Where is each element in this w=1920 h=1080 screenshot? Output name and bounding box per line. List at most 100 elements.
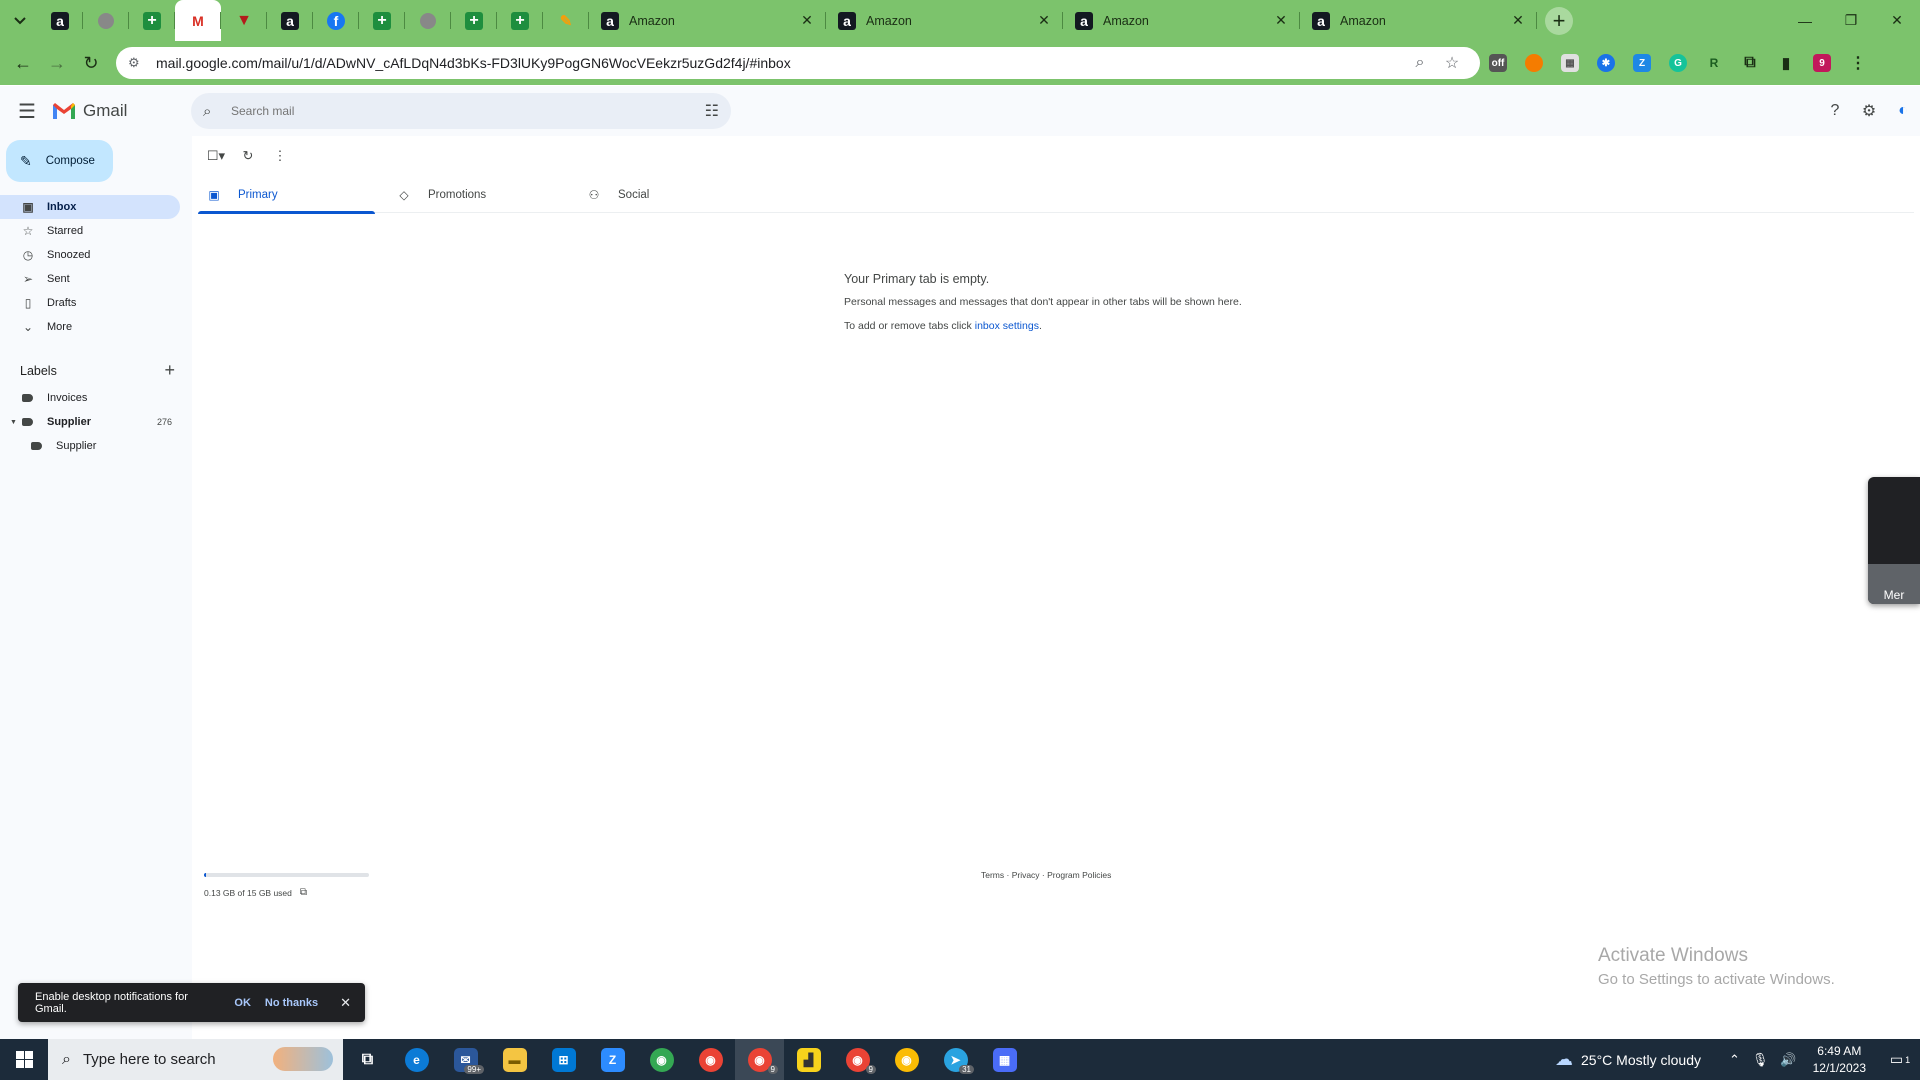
close-icon[interactable]: ✕ [1272, 12, 1290, 30]
back-button[interactable]: ← [6, 46, 40, 80]
search-icon[interactable]: ⌕ [203, 103, 223, 120]
pinned-tab-amazon-2[interactable]: a [267, 0, 313, 41]
search-input[interactable] [231, 104, 705, 118]
select-checkbox[interactable]: ☐▾ [204, 144, 228, 168]
inbox-settings-link[interactable]: inbox settings [975, 320, 1039, 332]
pinned-tab-globe[interactable] [83, 0, 129, 41]
taskbar-chrome-4[interactable]: ◉ [882, 1039, 931, 1080]
taskbar-store[interactable]: ⊞ [539, 1039, 588, 1080]
pinned-tab-sheets-2[interactable]: + [359, 0, 405, 41]
close-icon[interactable]: ✕ [798, 12, 816, 30]
extension-image[interactable]: ▦ [1552, 47, 1588, 79]
profile-button[interactable]: 9 [1804, 47, 1840, 79]
tab-amazon-3[interactable]: a Amazon ✕ [1063, 0, 1300, 41]
sidebar-item-drafts[interactable]: ▯ Drafts [0, 291, 180, 315]
taskbar-chrome-2[interactable]: ◉ [686, 1039, 735, 1080]
reload-button[interactable]: ↻ [74, 46, 108, 80]
extension-off[interactable]: off [1480, 47, 1516, 79]
forward-button[interactable]: → [40, 46, 74, 80]
account-icon[interactable]: ◐ [1886, 94, 1920, 128]
extension-zoom[interactable]: Z [1624, 47, 1660, 79]
tab-search-button[interactable] [3, 6, 37, 36]
start-button[interactable] [0, 1039, 48, 1080]
extension-grammarly[interactable]: G [1660, 47, 1696, 79]
taskbar-chrome-3[interactable]: ◉ 9 [833, 1039, 882, 1080]
taskbar-mail[interactable]: ✉ 99+ [441, 1039, 490, 1080]
chrome-menu[interactable]: ⋮ [1840, 47, 1876, 79]
snackbar-no-thanks-button[interactable]: No thanks [265, 997, 318, 1009]
speaker-icon[interactable]: 🔊 [1780, 1052, 1796, 1068]
close-icon[interactable]: ✕ [1035, 12, 1053, 30]
tab-amazon-1[interactable]: a Amazon ✕ [589, 0, 826, 41]
taskbar-search-box[interactable]: ⌕ Type here to search [48, 1039, 343, 1080]
restore-button[interactable]: ❐ [1828, 0, 1874, 41]
chevron-up-icon[interactable]: ⌃ [1729, 1052, 1740, 1068]
extension-orange[interactable] [1516, 47, 1552, 79]
tab-amazon-4[interactable]: a Amazon ✕ [1300, 0, 1537, 41]
search-bar[interactable]: ⌕ ☷ [191, 93, 731, 129]
tab-primary[interactable]: ▣ Primary [198, 176, 375, 214]
sidebar-item-starred[interactable]: ☆ Starred [0, 219, 180, 243]
task-view-button[interactable]: ⧉ [343, 1039, 392, 1080]
side-panel-toggle[interactable]: ▮ [1768, 47, 1804, 79]
search-options-icon[interactable]: ☷ [705, 101, 719, 121]
pinned-tab-amazon[interactable]: a [37, 0, 83, 41]
close-window-button[interactable]: ✕ [1874, 0, 1920, 41]
zoom-icon[interactable]: ⌕ [1404, 54, 1436, 72]
expand-caret-icon[interactable]: ▼ [10, 419, 17, 426]
pinned-tab-brush[interactable]: ✎ [543, 0, 589, 41]
label-invoices[interactable]: Invoices [0, 386, 180, 410]
taskbar-chrome-1[interactable]: ◉ [637, 1039, 686, 1080]
gmail-logo[interactable]: Gmail [51, 101, 127, 121]
close-icon[interactable]: ✕ [340, 995, 351, 1011]
microphone-icon[interactable]: 🎙 [1752, 1052, 1769, 1068]
minimize-button[interactable]: — [1782, 0, 1828, 41]
extension-blue-gear[interactable]: ✱ [1588, 47, 1624, 79]
extensions-menu[interactable]: ⧉ [1732, 47, 1768, 79]
taskbar-sticky-notes[interactable]: ▟ [784, 1039, 833, 1080]
compose-button[interactable]: ✎ Compose [6, 140, 113, 182]
snackbar-ok-button[interactable]: OK [234, 997, 251, 1009]
close-icon[interactable]: ✕ [1509, 12, 1527, 30]
sidebar-item-snoozed[interactable]: ◷ Snoozed [0, 243, 180, 267]
settings-gear-icon[interactable]: ⚙ [1852, 94, 1886, 128]
weather-widget[interactable]: ☁ 25°C Mostly cloudy [1555, 1049, 1701, 1070]
pinned-tab-facebook[interactable]: f [313, 0, 359, 41]
address-bar[interactable]: ⚙ mail.google.com/mail/u/1/d/ADwNV_cAfLD… [116, 47, 1480, 79]
tab-amazon-2[interactable]: a Amazon ✕ [826, 0, 1063, 41]
taskbar-telegram[interactable]: ➤ 31 [931, 1039, 980, 1080]
more-options-icon[interactable]: ⋮ [268, 144, 292, 168]
open-external-icon[interactable]: ⧉ [300, 887, 307, 898]
pinned-tab-red[interactable]: ▼ [221, 0, 267, 41]
refresh-icon[interactable]: ↻ [236, 144, 260, 168]
taskbar-zoom[interactable]: Z [588, 1039, 637, 1080]
site-info-icon[interactable]: ⚙ [128, 55, 146, 71]
sidebar-item-more[interactable]: ⌄ More [0, 315, 180, 339]
pinned-tab-sheets-4[interactable]: + [497, 0, 543, 41]
side-panel-tab[interactable]: Mer [1868, 477, 1920, 604]
footer-links[interactable]: Terms · Privacy · Program Policies [981, 870, 1111, 880]
tab-promotions[interactable]: ◇ Promotions [388, 176, 565, 213]
taskbar-chrome-active[interactable]: ◉ 9 [735, 1039, 784, 1080]
label-supplier-child[interactable]: Supplier [0, 434, 180, 458]
pinned-tab-sheets[interactable]: + [129, 0, 175, 41]
label-supplier[interactable]: ▼ Supplier 276 [0, 410, 180, 434]
main-menu-icon[interactable]: ☰ [7, 91, 47, 131]
notification-center-button[interactable]: ▭ 1 [1880, 1051, 1920, 1068]
clock[interactable]: 6:49 AM 12/1/2023 [1813, 1043, 1866, 1077]
taskbar-calculator[interactable]: ▦ [980, 1039, 1029, 1080]
sidebar-item-sent[interactable]: ➢ Sent [0, 267, 180, 291]
sidebar-item-inbox[interactable]: ▣ Inbox [0, 195, 180, 219]
bookmark-star-icon[interactable]: ☆ [1436, 53, 1468, 73]
create-label-plus-icon[interactable]: + [164, 360, 175, 381]
pinned-tab-globe-2[interactable] [405, 0, 451, 41]
pinned-tab-sheets-3[interactable]: + [451, 0, 497, 41]
tab-social[interactable]: ⚇ Social [578, 176, 755, 213]
url-text[interactable]: mail.google.com/mail/u/1/d/ADwNV_cAfLDqN… [156, 55, 1404, 71]
extension-rs[interactable]: R [1696, 47, 1732, 79]
help-icon[interactable]: ? [1818, 94, 1852, 128]
new-tab-button[interactable]: + [1545, 6, 1573, 35]
pinned-tab-gmail[interactable]: M [175, 0, 221, 41]
taskbar-edge[interactable]: e [392, 1039, 441, 1080]
taskbar-file-explorer[interactable]: ▬ [490, 1039, 539, 1080]
